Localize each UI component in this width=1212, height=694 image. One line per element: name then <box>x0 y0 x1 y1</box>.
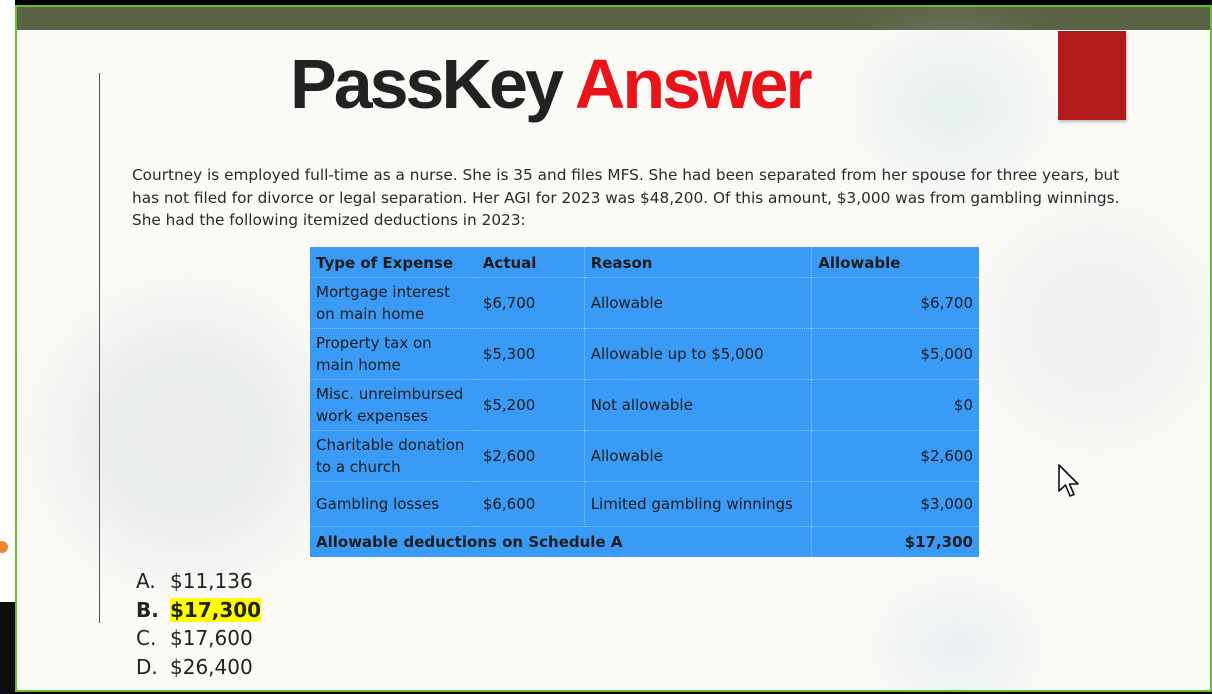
slide-divider-line <box>99 73 100 623</box>
choice-amount: $17,600 <box>170 626 253 650</box>
cell-actual: $5,200 <box>476 379 585 431</box>
cell-reason: Allowable up to $5,000 <box>583 328 812 380</box>
title-answer: Answer <box>574 45 813 123</box>
choice-amount: $26,400 <box>170 654 253 679</box>
cell-reason: Allowable <box>583 430 812 482</box>
cell-reason: Not allowable <box>583 379 812 431</box>
left-edge-dark <box>0 602 15 694</box>
choice-letter: C. <box>136 626 157 650</box>
cell-type: Charitable donation to a church <box>310 430 477 482</box>
table-header-row: Type of Expense Actual Reason Allowable <box>310 247 979 278</box>
table-row: Charitable donation to a church $2,600 A… <box>310 430 979 482</box>
header-type: Type of Expense <box>316 254 454 272</box>
expenses-table: Type of Expense Actual Reason Allowable … <box>310 247 979 557</box>
cell-actual: $2,600 <box>476 430 585 482</box>
choice-c: C. $17,600 <box>136 624 261 653</box>
choice-a: A. $11,136 <box>136 567 261 596</box>
header-actual: Actual <box>482 254 537 272</box>
header-allowable: Allowable <box>811 247 979 278</box>
answer-choices: A. $11,136 B. $17,300 C. $17,600 D. $26,400 <box>136 567 262 682</box>
background-blob <box>877 47 1027 167</box>
slide-frame: PassKey Answer Courtney is employed full… <box>15 5 1212 692</box>
background-blob <box>997 227 1197 427</box>
title-passkey: PassKey <box>290 45 564 123</box>
choice-b: B. $17,300 <box>136 596 262 625</box>
slide-title: PassKey Answer <box>290 49 813 119</box>
cell-type: Gambling losses <box>310 481 477 527</box>
table-total-row: Allowable deductions on Schedule A $17,3… <box>310 526 979 557</box>
cell-actual: $6,600 <box>476 481 585 527</box>
cell-type: Misc. unreimbursed work expenses <box>310 379 477 431</box>
total-value: $17,300 <box>811 526 979 557</box>
choice-letter: B. <box>136 597 159 622</box>
cell-allowable: $3,000 <box>811 481 979 527</box>
total-label: Allowable deductions on Schedule A <box>310 526 812 557</box>
cell-actual: $6,700 <box>476 277 585 329</box>
choice-d: D. $26,400 <box>136 653 261 682</box>
cell-allowable: $5,000 <box>811 328 979 380</box>
table-row: Mortgage interest on main home $6,700 Al… <box>310 277 979 329</box>
table-row: Property tax on main home $5,300 Allowab… <box>310 328 979 380</box>
cell-reason: Allowable <box>583 277 812 329</box>
cell-allowable: $6,700 <box>811 277 979 329</box>
question-text: Courtney is employed full-time as a nurs… <box>132 166 1120 229</box>
background-blob <box>897 607 1017 687</box>
cell-allowable: $0 <box>811 379 979 431</box>
header-reason: Reason <box>583 247 812 278</box>
choice-amount: $11,136 <box>170 569 253 593</box>
cell-type: Property tax on main home <box>310 328 477 380</box>
mouse-pointer-icon <box>1058 464 1079 497</box>
choice-amount-highlighted: $17,300 <box>170 597 262 622</box>
cell-reason: Limited gambling winnings <box>583 481 812 527</box>
choice-letter: A. <box>136 569 156 593</box>
cell-allowable: $2,600 <box>811 430 979 482</box>
slide-top-bar <box>17 7 1210 30</box>
table-row: Misc. unreimbursed work expenses $5,200 … <box>310 379 979 431</box>
cell-actual: $5,300 <box>476 328 585 380</box>
table-row: Gambling losses $6,600 Limited gambling … <box>310 481 979 527</box>
cell-type: Mortgage interest on main home <box>310 277 477 329</box>
left-edge-strip <box>0 0 15 694</box>
background-blob <box>57 307 317 567</box>
choice-letter: D. <box>136 654 158 679</box>
decorative-red-block <box>1058 31 1126 120</box>
